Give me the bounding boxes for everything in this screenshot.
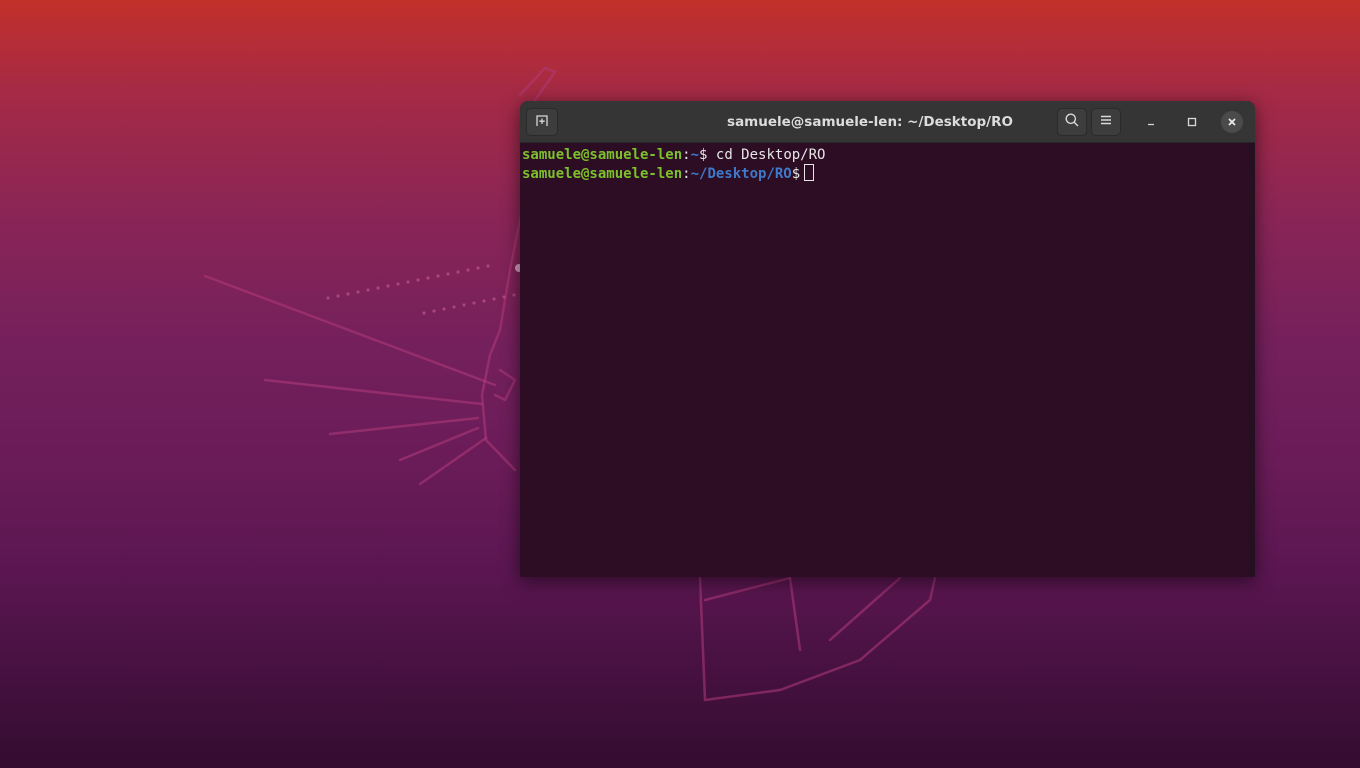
- new-tab-button[interactable]: [526, 108, 558, 136]
- terminal-window[interactable]: samuele@samuele-len: ~/Desktop/RO samuel…: [520, 101, 1255, 577]
- prompt-user-host: samuele@samuele-len: [522, 147, 683, 163]
- desktop: samuele@samuele-len: ~/Desktop/RO samuel…: [0, 0, 1360, 768]
- scrollbar[interactable]: [1249, 143, 1255, 577]
- close-icon: [1226, 113, 1238, 132]
- search-button[interactable]: [1057, 108, 1087, 136]
- command-text: cd Desktop/RO: [707, 147, 826, 163]
- search-icon: [1064, 112, 1080, 132]
- terminal-line: samuele@samuele-len:~/Desktop/RO$: [522, 164, 1249, 183]
- close-button[interactable]: [1221, 111, 1243, 133]
- prompt-path: ~/Desktop/RO: [690, 166, 792, 182]
- terminal-output[interactable]: samuele@samuele-len:~$ cd Desktop/RO samu…: [520, 143, 1249, 577]
- window-titlebar[interactable]: samuele@samuele-len: ~/Desktop/RO: [520, 101, 1255, 143]
- maximize-icon: [1186, 113, 1198, 132]
- prompt-dollar: $: [791, 166, 801, 182]
- new-tab-icon: [534, 112, 550, 132]
- menu-button[interactable]: [1091, 108, 1121, 136]
- prompt-path: ~: [690, 147, 700, 163]
- prompt-user-host: samuele@samuele-len: [522, 166, 683, 182]
- terminal-line: samuele@samuele-len:~$ cd Desktop/RO: [522, 146, 1249, 164]
- prompt-colon: :: [682, 166, 691, 182]
- prompt-colon: :: [682, 147, 691, 163]
- minimize-button[interactable]: [1140, 111, 1162, 133]
- minimize-icon: [1145, 113, 1157, 132]
- window-title: samuele@samuele-len: ~/Desktop/RO: [727, 114, 1013, 130]
- maximize-button[interactable]: [1181, 111, 1203, 133]
- text-cursor: [804, 164, 815, 181]
- hamburger-menu-icon: [1098, 112, 1114, 132]
